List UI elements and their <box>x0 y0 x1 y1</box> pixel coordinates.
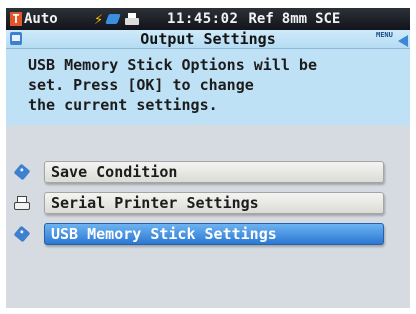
mode-badge: T <box>10 12 22 26</box>
usb-memory-stick-settings-button[interactable]: USB Memory Stick Settings <box>44 223 384 245</box>
help-message-line: set. Press [OK] to change <box>28 76 254 94</box>
menu-item-save-condition[interactable]: Save Condition <box>6 160 410 186</box>
help-message-line: the current settings. <box>28 96 218 114</box>
back-arrow-icon <box>398 35 408 47</box>
aperture-size: 8mm <box>281 11 308 27</box>
measurement-condition: Ref <box>248 11 274 27</box>
status-bar: T Auto ⚡ 11:45:02 Ref 8mm SCE <box>6 8 410 30</box>
printer-icon <box>125 13 140 25</box>
menu-item-serial-printer-settings[interactable]: Serial Printer Settings <box>6 191 410 217</box>
mode-label: Auto <box>24 11 58 27</box>
page-title: Output Settings <box>140 30 276 48</box>
tag-icon <box>105 14 121 24</box>
tag-icon <box>13 163 31 181</box>
lightning-icon: ⚡ <box>94 10 104 28</box>
help-message-line: USB Memory Stick Options will be <box>28 56 317 74</box>
save-condition-button[interactable]: Save Condition <box>44 161 384 183</box>
tag-icon <box>13 225 31 243</box>
menu-badge-label: MENU <box>376 31 393 39</box>
clock-time: 11:45:02 <box>167 11 239 27</box>
menu-back-button[interactable]: MENU <box>374 31 408 47</box>
printer-icon <box>14 196 30 210</box>
serial-printer-settings-button[interactable]: Serial Printer Settings <box>44 192 384 214</box>
specular-mode: SCE <box>315 11 341 27</box>
help-message: USB Memory Stick Options will be set. Pr… <box>6 49 410 125</box>
title-bar: Output Settings MENU <box>6 30 410 49</box>
instrument-screen: T Auto ⚡ 11:45:02 Ref 8mm SCE Output Set… <box>6 8 410 308</box>
menu-item-usb-memory-stick-settings[interactable]: USB Memory Stick Settings <box>6 222 410 248</box>
